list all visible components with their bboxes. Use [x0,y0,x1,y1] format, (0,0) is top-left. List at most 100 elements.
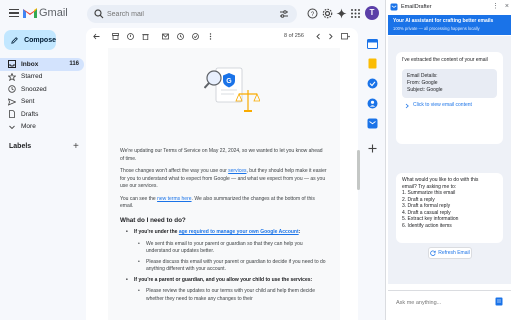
star-icon [8,72,16,81]
more-vertical-icon[interactable] [207,33,214,40]
pencil-icon [11,36,18,44]
refresh-icon [430,250,436,256]
email-view-pane: 8 of 256 G We're updating our Terms of S… [86,28,358,320]
search-filter-icon[interactable] [279,9,289,19]
services-link[interactable]: services [228,168,246,174]
close-panel-icon[interactable]: × [505,3,509,10]
calendar-icon[interactable] [367,38,378,49]
view-email-content-link[interactable]: Click to view email content [402,102,497,109]
emaildrafter-logo-icon [390,3,398,11]
refresh-email-button[interactable]: Refresh Email [428,247,472,259]
gmail-logo-icon [23,8,37,18]
banner-subtitle: 100% private — all processing happens lo… [393,26,480,31]
keep-icon[interactable] [367,58,378,69]
delete-icon[interactable] [142,33,149,40]
text: : [298,229,301,235]
gemini-sparkle-icon[interactable] [336,8,347,19]
draft-icon [9,110,15,119]
sidebar-item-sent[interactable]: Sent [0,96,84,109]
contacts-icon[interactable] [367,98,378,109]
settings-gear-icon[interactable] [322,8,333,19]
search-bar[interactable] [87,5,297,23]
compose-label: Compose [24,36,56,44]
report-spam-icon[interactable] [127,33,134,40]
add-addon-icon[interactable] [367,143,378,154]
tasks-icon[interactable] [367,78,378,89]
assistant-message: I've extracted the content of your email… [396,52,503,144]
ask-input-bar [388,290,511,312]
ask-input[interactable] [396,298,486,308]
bullet-parent: If you're a parent or guardian, and you … [120,277,328,285]
sidebar-item-label: Drafts [21,110,39,118]
chevron-right-icon [405,103,409,108]
mark-unread-icon[interactable] [162,33,169,40]
sidebar-item-snoozed[interactable]: Snoozed [0,83,84,96]
text: If you're under the [134,229,179,235]
email-text: We're updating our Terms of Service on M… [120,148,328,306]
emaildrafter-addon-icon[interactable] [367,118,378,129]
main-menu-icon[interactable] [9,9,19,17]
sidebar-item-inbox[interactable]: Inbox 116 [0,58,84,71]
age-required-link[interactable]: age required to manage your own Google A… [179,229,299,235]
add-label-icon[interactable]: + [73,141,79,152]
sidebar-item-label: Starred [21,73,43,81]
panel-more-icon[interactable]: ⋮ [492,2,499,10]
input-tools-icon[interactable] [341,33,350,40]
gmail-brand: Gmail [39,7,68,19]
message-text: I've extracted the content of your email [402,57,488,63]
prev-email-icon[interactable] [315,33,322,40]
snooze-icon[interactable] [177,33,184,40]
clock-icon [8,85,16,93]
send-message-icon[interactable] [495,297,503,306]
sub-bullet: Please review the updates to our terms w… [120,288,328,303]
search-input[interactable] [107,8,267,20]
panel-title: EmailDrafter [401,4,432,10]
addon-strip [362,28,384,320]
sub-bullet: Please discuss this email with your pare… [120,259,328,274]
account-avatar[interactable]: T [365,6,379,20]
suggestion-line: 6. Identify action items [402,222,452,229]
labels-heading: Labels [9,143,32,150]
search-icon[interactable] [94,9,104,19]
archive-icon[interactable] [112,33,119,40]
chevron-down-icon [9,125,15,129]
sidebar-item-starred[interactable]: Starred [0,71,84,84]
assistant-banner: Your AI assistant for crafting better em… [388,15,511,35]
send-icon [8,98,16,106]
panel-header: EmailDrafter ⋮ × [386,0,512,14]
inbox-icon [8,60,16,69]
sidebar-item-label: More [21,123,36,131]
email-scrollbar[interactable] [357,150,360,190]
compose-button[interactable]: Compose [4,30,56,50]
terms-illustration-icon: G [204,67,260,112]
email-details-card: Email Details: From: Google Subject: Goo… [402,69,497,98]
refresh-label: Refresh Email [438,250,470,256]
email-intro: We're updating our Terms of Service on M… [120,148,323,162]
banner-title: Your AI assistant for crafting better em… [393,18,494,24]
details-subject: Subject: Google [407,87,443,93]
sub-bullet: We sent this email to your parent or gua… [120,241,328,256]
text: Those changes won't affect the way you u… [120,168,229,174]
help-icon[interactable]: ? [307,8,318,19]
back-arrow-icon[interactable] [93,33,100,40]
text: You can see the [120,195,158,202]
bullet-under-age: If you're under the age required to mana… [120,229,328,237]
pagination-info: 8 of 256 [284,33,304,39]
new-terms-link[interactable]: new terms here [157,196,191,202]
email-paragraph-2: Those changes won't affect the way you u… [120,168,328,191]
sidebar-item-drafts[interactable]: Drafts [0,108,84,121]
next-email-icon[interactable] [327,33,334,40]
chat-area: I've extracted the content of your email… [388,36,511,284]
sidebar-item-label: Snoozed [21,85,47,93]
add-task-icon[interactable] [192,33,199,40]
apps-grid-icon[interactable] [350,8,361,19]
screen: Gmail ? T Compose Inbox 116 Starred Snoo… [0,0,512,320]
sidebar-item-label: Sent [21,98,35,106]
sidebar-item-more[interactable]: More [0,121,84,134]
emaildrafter-panel: EmailDrafter ⋮ × Your AI assistant for c… [385,0,512,320]
details-title: Email Details: [407,73,438,79]
gmail-header: Gmail ? [0,0,362,28]
email-toolbar: 8 of 256 [86,28,358,44]
details-from: From: Google [407,80,438,86]
link-label: Click to view email content [413,102,472,108]
